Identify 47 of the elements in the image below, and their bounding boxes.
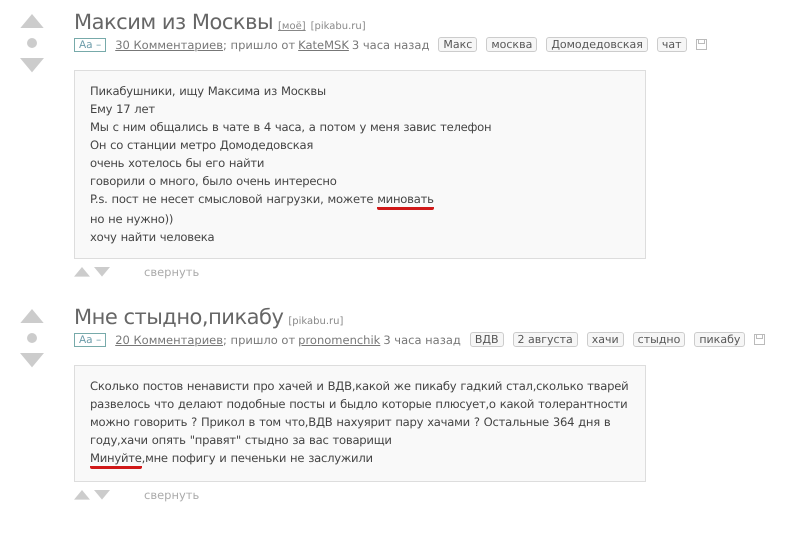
post-text: Ему 17 лет (90, 101, 156, 118)
upvote-icon[interactable] (20, 309, 44, 324)
post-text: Минуйте,мне пофигу и печеньки не заслужили (90, 449, 630, 469)
post-text: Он со станции метро Домодедовская (90, 137, 314, 154)
post-title[interactable]: Максим из Москвы (74, 10, 274, 34)
author-link[interactable]: KateMSK (298, 38, 349, 52)
comments-link[interactable]: 20 Комментариев (115, 332, 224, 346)
downvote-icon[interactable] (94, 490, 110, 500)
tag[interactable]: 2 августа (512, 332, 578, 347)
post-text: Пикабушники, ищу Максима из Москвы (90, 83, 327, 100)
tag[interactable]: Макс (438, 37, 478, 52)
tag[interactable]: стыдно (632, 332, 686, 347)
upvote-icon[interactable] (74, 267, 90, 277)
post-title[interactable]: Мне стыдно,пикабу (74, 305, 284, 329)
post-time: 3 часа назад (383, 332, 461, 346)
tag[interactable]: пикабу (694, 332, 746, 347)
tag[interactable]: москва (486, 37, 538, 52)
comments-link[interactable]: 30 Комментариев (115, 38, 224, 52)
tag[interactable]: хачи (586, 332, 624, 347)
post-text: говорили о много, было очень интересно (90, 173, 338, 190)
downvote-icon[interactable] (20, 58, 44, 73)
post-text: очень хотелось бы его найти (90, 155, 266, 172)
post-text: Сколько постов ненависти про хачей и ВДВ,какой же пикабу гадкий стал,сколько тварей развелось что делают подобные посты и быдло которые плюсует,о какой толерантности можно говорить ? Прикол в том что,ВДВ нахуярит пару хачами ? Остальные 364 дня в году,хачи опять "правят" стыдно за вас товарищи (90, 378, 630, 449)
post-text: Мы с ним общались в чате в 4 часа, а потом у меня завис телефон (90, 119, 492, 136)
post-text: но не нужно)) (90, 211, 174, 228)
font-toggle[interactable]: Аа – (74, 332, 106, 346)
save-icon[interactable] (696, 39, 707, 50)
dot-icon (27, 38, 37, 48)
post-text: P.s. пост не несет смысловой нагрузки, можете миновать (90, 190, 630, 210)
source-label: [pikabu.ru] (288, 316, 344, 327)
source-label: [pikabu.ru] (310, 21, 366, 32)
downvote-icon[interactable] (94, 267, 110, 277)
tag-link[interactable]: [моё] (278, 21, 306, 32)
tag[interactable]: Домодедовская (546, 37, 648, 52)
upvote-icon[interactable] (74, 490, 90, 500)
author-link[interactable]: pronomenchik (298, 332, 380, 346)
dot-icon (27, 333, 37, 344)
post-text: хочу найти человека (90, 229, 216, 246)
downvote-icon[interactable] (20, 353, 44, 368)
upvote-icon[interactable] (20, 14, 44, 28)
tag[interactable]: ВДВ (470, 332, 504, 347)
meta-text: ; пришло от (223, 38, 296, 52)
post-time: 3 часа назад (352, 38, 430, 52)
meta-text: ; пришло от (223, 332, 296, 346)
font-toggle[interactable]: Аа – (74, 38, 106, 52)
tag[interactable]: чат (656, 37, 687, 52)
save-icon[interactable] (754, 334, 766, 345)
